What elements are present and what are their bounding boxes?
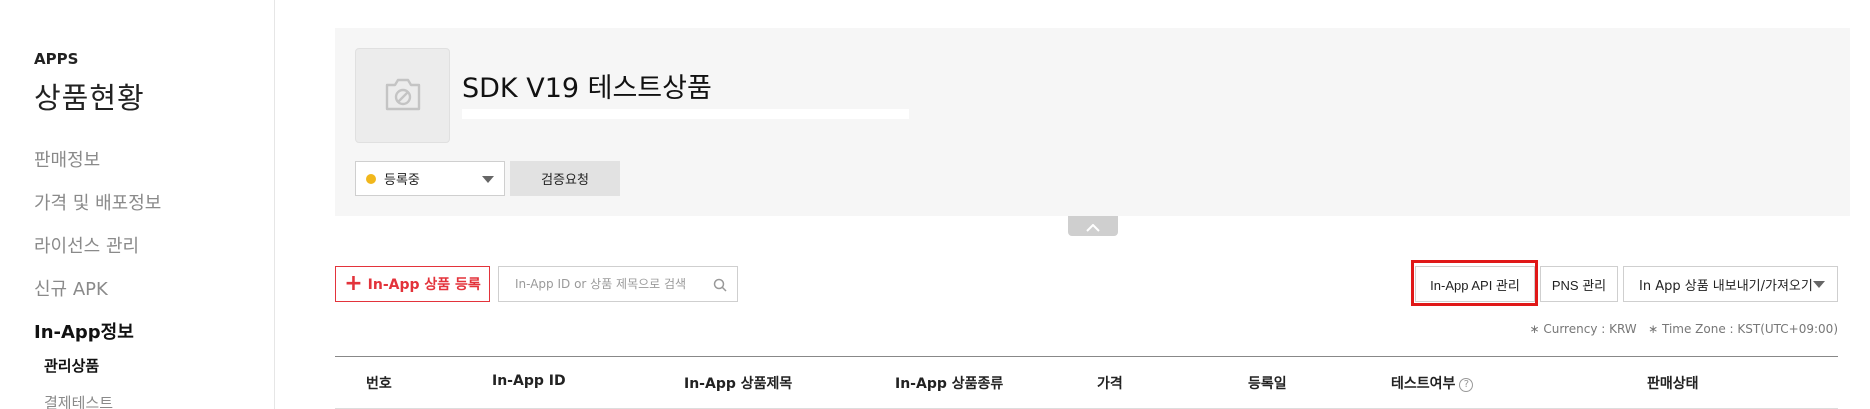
sidebar-item-price-distribution[interactable]: 가격 및 배포정보 bbox=[34, 189, 161, 215]
col-header-sale-status: 판매상태 bbox=[1647, 376, 1699, 392]
sidebar: APPS 상품현황 판매정보 가격 및 배포정보 라이선스 관리 신규 APK … bbox=[0, 0, 275, 409]
register-inapp-button[interactable]: + In-App 상품 등록 bbox=[335, 266, 490, 302]
sidebar-item-new-apk[interactable]: 신규 APK bbox=[34, 275, 108, 301]
sidebar-section-label: APPS bbox=[34, 50, 79, 68]
verify-request-button[interactable]: 검증요청 bbox=[510, 161, 620, 196]
sidebar-subitem-managed-products[interactable]: 관리상품 bbox=[44, 355, 99, 376]
status-value: 등록중 bbox=[384, 173, 420, 188]
sidebar-item-sales-info[interactable]: 판매정보 bbox=[34, 146, 100, 172]
help-icon[interactable]: ? bbox=[1459, 377, 1474, 392]
sidebar-item-license[interactable]: 라이선스 관리 bbox=[34, 232, 139, 258]
export-import-label: In App 상품 내보내기/가져오기 bbox=[1639, 278, 1813, 294]
search-input[interactable] bbox=[515, 277, 710, 291]
product-thumbnail[interactable] bbox=[355, 48, 450, 143]
plus-icon: + bbox=[344, 271, 363, 296]
subtitle-placeholder bbox=[462, 109, 909, 119]
search-box bbox=[498, 266, 738, 302]
sidebar-item-inapp-info[interactable]: In-App정보 bbox=[34, 318, 134, 344]
currency-timezone-info: ∗ Currency : KRW ∗ Time Zone : KST(UTC+0… bbox=[1529, 322, 1838, 336]
chevron-down-icon bbox=[1813, 281, 1825, 288]
product-header: SDK V19 테스트상품 등록중 검증요청 bbox=[335, 28, 1850, 216]
col-header-inapp-title: In-App 상품제목 bbox=[684, 376, 793, 392]
chevron-down-icon bbox=[482, 176, 494, 183]
col-header-test-flag: 테스트여부? bbox=[1391, 373, 1474, 393]
export-import-dropdown[interactable]: In App 상품 내보내기/가져오기 bbox=[1623, 266, 1838, 302]
camera-off-icon bbox=[383, 76, 423, 116]
status-dropdown[interactable]: 등록중 bbox=[355, 161, 505, 196]
search-icon[interactable] bbox=[713, 277, 727, 296]
product-title: SDK V19 테스트상품 bbox=[462, 73, 712, 104]
status-dot-icon bbox=[366, 173, 376, 184]
chevron-up-icon bbox=[1086, 217, 1100, 236]
collapse-header-button[interactable] bbox=[1068, 216, 1118, 236]
sidebar-subitem-payment-test[interactable]: 결제테스트 bbox=[44, 392, 113, 409]
col-header-reg-date: 등록일 bbox=[1248, 376, 1287, 392]
col-header-inapp-id: In-App ID bbox=[492, 373, 566, 389]
table-header: 번호 In-App ID In-App 상품제목 In-App 상품종류 가격 … bbox=[335, 356, 1838, 409]
inapp-api-management-button[interactable]: In-App API 관리 bbox=[1415, 266, 1535, 302]
col-header-inapp-type: In-App 상품종류 bbox=[895, 376, 1004, 392]
sidebar-title: 상품현황 bbox=[34, 81, 145, 115]
col-header-test-flag-label: 테스트여부 bbox=[1391, 376, 1456, 392]
pns-management-button[interactable]: PNS 관리 bbox=[1540, 266, 1618, 302]
col-header-number: 번호 bbox=[366, 376, 392, 392]
col-header-price: 가격 bbox=[1097, 376, 1123, 392]
register-inapp-label: In-App 상품 등록 bbox=[367, 277, 481, 293]
